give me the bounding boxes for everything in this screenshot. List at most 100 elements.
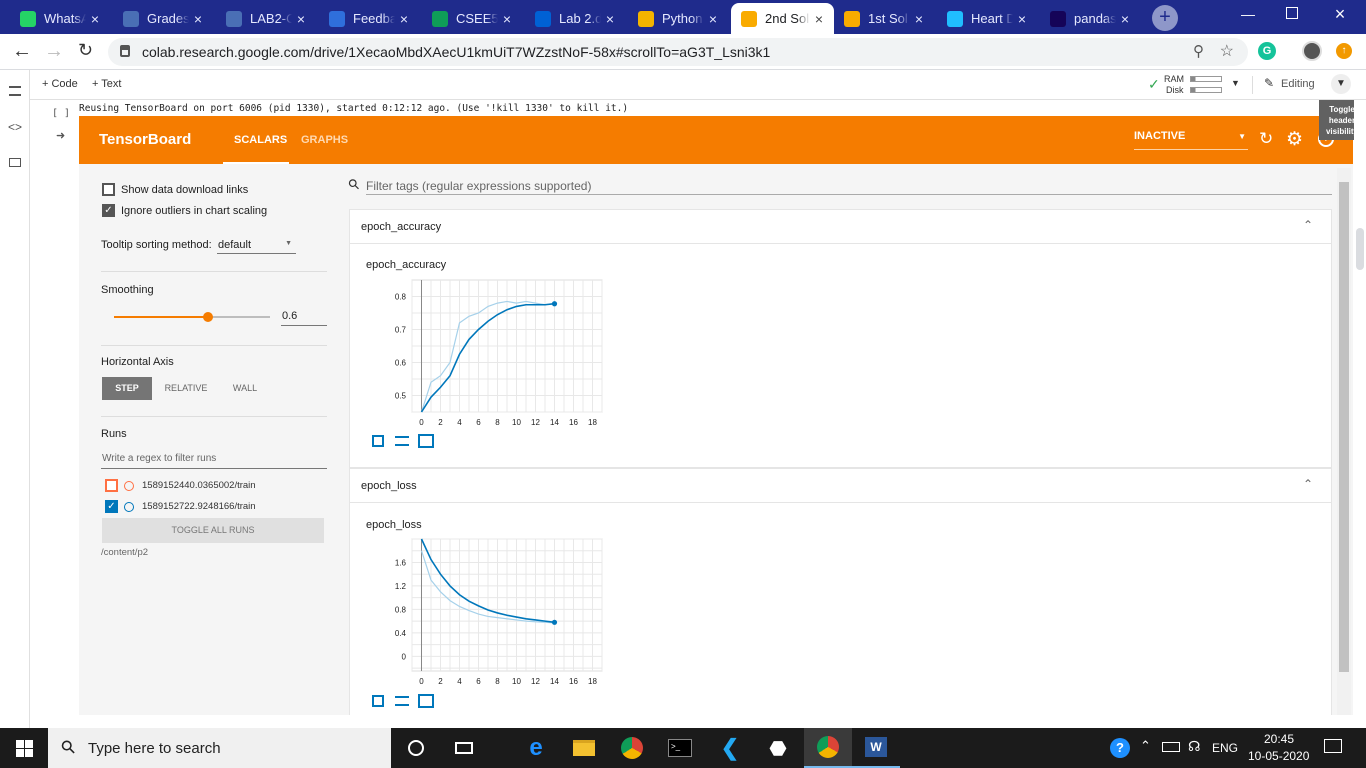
expand-chart-icon[interactable] [372, 695, 384, 707]
axis-step-button[interactable]: STEP [102, 377, 152, 400]
browser-tab[interactable]: Python × [628, 3, 728, 34]
collapse-header-button[interactable]: ▼ [1331, 74, 1351, 94]
loss-chart[interactable]: 0 2 4 6 8 10 12 14 16 18 0 0.4 0.8 1.2 1.6 [360, 535, 620, 695]
plugin-status-select[interactable]: INACTIVE ▼ [1134, 130, 1248, 150]
editing-mode-label[interactable]: Editing [1281, 78, 1315, 90]
browser-tab[interactable]: WhatsApp× [10, 3, 110, 34]
network-icon[interactable]: ☊ [1188, 738, 1200, 755]
tab-graphs[interactable]: GRAPHS [301, 134, 348, 146]
close-tab-icon[interactable]: × [1116, 11, 1134, 27]
run-checkbox-2[interactable]: ✓ [105, 500, 118, 513]
cortana-icon[interactable] [392, 728, 440, 768]
grammarly-extension-icon[interactable]: G [1258, 42, 1276, 60]
browser-tab[interactable]: CSEE55× [422, 3, 522, 34]
chrome-icon[interactable] [608, 728, 656, 768]
chevron-up-icon[interactable]: ⌃ [1303, 477, 1313, 491]
code-snippets-icon[interactable]: <> [8, 120, 22, 134]
terminal-icon[interactable]: >_ [656, 728, 704, 768]
toggle-y-log-icon[interactable] [395, 436, 409, 446]
settings-gear-icon[interactable]: ⚙ [1286, 128, 1303, 151]
axis-relative-button[interactable]: RELATIVE [158, 377, 214, 400]
chevron-up-icon[interactable]: ⌃ [1303, 218, 1313, 232]
forward-icon[interactable]: → [44, 40, 64, 63]
add-code-button[interactable]: + Code [42, 78, 78, 90]
cell-run-bracket[interactable]: [ ] [52, 108, 70, 119]
files-icon[interactable] [9, 158, 21, 167]
reload-icon[interactable]: ↻ [78, 40, 93, 61]
refresh-icon[interactable]: ↻ [1259, 129, 1273, 149]
browser-tab[interactable]: 2nd Sol × [731, 3, 834, 34]
notifications-icon[interactable] [1324, 739, 1342, 753]
edge-icon[interactable]: e [512, 728, 560, 768]
close-tab-icon[interactable]: × [910, 11, 928, 27]
toggle-all-runs-button[interactable]: TOGGLE ALL RUNS [102, 518, 324, 543]
ignore-outliers-checkbox[interactable]: ✓ [102, 204, 115, 217]
start-button[interactable] [0, 728, 48, 768]
axis-wall-button[interactable]: WALL [222, 377, 268, 400]
browser-tab[interactable]: LAB2-C × [216, 3, 316, 34]
tab-scalars[interactable]: SCALARS [234, 134, 287, 146]
page-scrollbar[interactable] [1354, 100, 1366, 728]
close-tab-icon[interactable]: × [86, 11, 104, 27]
show-download-links-checkbox[interactable] [102, 183, 115, 196]
close-tab-icon[interactable]: × [395, 11, 413, 27]
word-icon[interactable]: W [852, 728, 900, 768]
address-bar[interactable]: colab.research.google.com/drive/1XecaoMb… [108, 38, 1248, 66]
close-tab-icon[interactable]: × [498, 11, 516, 27]
minimize-button[interactable]: — [1238, 6, 1258, 26]
show-hidden-icons-icon[interactable]: ⌃ [1140, 738, 1151, 754]
maximize-button[interactable] [1286, 7, 1298, 19]
battery-icon[interactable] [1162, 742, 1180, 752]
profile-avatar[interactable] [1302, 41, 1322, 61]
accuracy-chart[interactable]: 0 2 4 6 8 10 12 14 16 18 0.5 0.6 0.7 0.8 [360, 276, 620, 436]
category-header[interactable]: epoch_accuracy ⌃ [350, 210, 1331, 244]
new-tab-button[interactable]: + [1152, 5, 1178, 31]
close-tab-icon[interactable]: × [704, 11, 722, 27]
update-indicator-icon[interactable]: ↑ [1336, 43, 1352, 59]
slider-knob[interactable] [202, 312, 213, 322]
tensorboard-scrollbar[interactable] [1337, 168, 1351, 715]
close-tab-icon[interactable]: × [189, 11, 207, 27]
back-icon[interactable]: ← [12, 40, 32, 63]
vscode-icon[interactable]: ❮ [706, 728, 754, 768]
toggle-y-log-icon[interactable] [395, 696, 409, 706]
clock-time[interactable]: 20:45 [1264, 732, 1294, 746]
virtualbox-icon[interactable]: ⬣ [754, 728, 802, 768]
language-indicator[interactable]: ENG [1212, 741, 1238, 755]
resources-dropdown-icon[interactable]: ▼ [1231, 78, 1240, 88]
close-window-button[interactable]: × [1330, 4, 1350, 24]
browser-tab[interactable]: Lab 2.d × [525, 3, 625, 34]
run-checkbox-1[interactable] [105, 479, 118, 492]
toc-icon[interactable] [9, 86, 21, 96]
smoothing-slider[interactable] [114, 310, 270, 324]
scrollbar-thumb[interactable] [1356, 228, 1364, 270]
clock-date[interactable]: 10-05-2020 [1248, 749, 1309, 763]
add-text-button[interactable]: + Text [92, 78, 121, 90]
tag-filter-input[interactable]: Filter tags (regular expressions support… [366, 177, 1332, 195]
close-tab-icon[interactable]: × [1013, 11, 1031, 27]
cell-output-icon[interactable]: ➜ [56, 129, 65, 142]
fit-domain-icon[interactable] [418, 434, 434, 448]
scrollbar-thumb[interactable] [1339, 182, 1349, 672]
tooltip-sorting-select[interactable]: default ▼ [217, 236, 296, 254]
expand-chart-icon[interactable] [372, 435, 384, 447]
browser-tab[interactable]: Heart D × [937, 3, 1037, 34]
close-tab-icon[interactable]: × [810, 11, 828, 27]
browser-tab[interactable]: Feedback× [319, 3, 419, 34]
fit-domain-icon[interactable] [418, 694, 434, 708]
close-tab-icon[interactable]: × [292, 11, 310, 27]
task-view-icon[interactable] [440, 728, 488, 768]
smoothing-input[interactable]: 0.6 [281, 308, 327, 326]
close-tab-icon[interactable]: × [601, 11, 619, 27]
browser-tab[interactable]: 1st Sol × [834, 3, 934, 34]
bookmark-star-icon[interactable]: ☆ [1220, 41, 1234, 61]
browser-tab[interactable]: pandas × [1040, 3, 1140, 34]
zoom-icon[interactable]: ⚲ [1193, 42, 1204, 60]
browser-tab[interactable]: Grades × [113, 3, 213, 34]
taskbar-search-box[interactable]: ⚲ Type here to search [48, 728, 391, 768]
file-explorer-icon[interactable] [560, 728, 608, 768]
runs-filter-input[interactable]: Write a regex to filter runs [101, 450, 327, 469]
help-tray-icon[interactable]: ? [1110, 738, 1130, 758]
category-header[interactable]: epoch_loss ⌃ [350, 469, 1331, 503]
chrome-active-icon[interactable] [804, 728, 852, 768]
